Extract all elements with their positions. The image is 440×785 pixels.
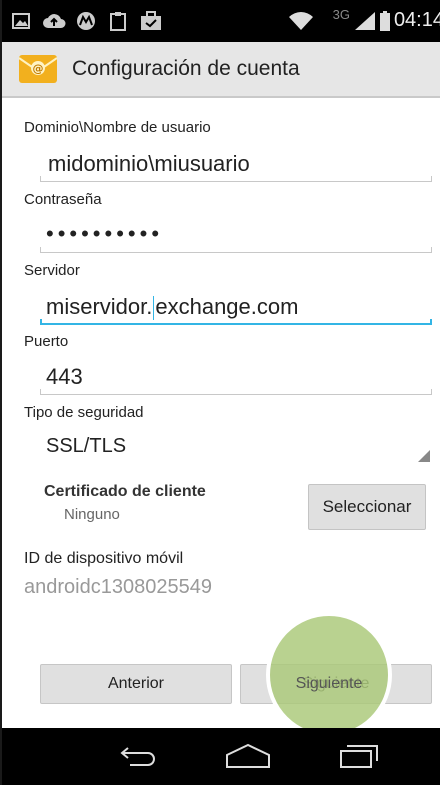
server-input[interactable]: miservidor. exchange.com xyxy=(46,294,299,321)
previous-button[interactable]: Anterior xyxy=(40,664,232,704)
server-label: Servidor xyxy=(24,262,80,279)
status-bar: 3G 04:14 xyxy=(2,0,440,42)
security-type-label: Tipo de seguridad xyxy=(24,404,144,421)
port-input[interactable]: 443 xyxy=(46,364,83,390)
password-input[interactable]: •••••••••• xyxy=(46,221,163,247)
select-cert-button[interactable]: Seleccionar xyxy=(308,484,426,530)
account-settings-form: Dominio\Nombre de usuario midominio\mius… xyxy=(2,98,440,728)
password-underline xyxy=(40,247,432,253)
clipboard-icon xyxy=(110,10,126,32)
action-bar: @ Configuración de cuenta xyxy=(2,42,440,98)
network-type: 3G xyxy=(332,7,350,22)
domain-user-label: Dominio\Nombre de usuario xyxy=(24,119,211,136)
domain-user-input[interactable]: midominio\miusuario xyxy=(48,151,250,177)
client-cert-value: Ninguno xyxy=(64,506,120,523)
client-cert-label: Certificado de cliente xyxy=(44,483,206,500)
server-underline xyxy=(40,319,432,325)
port-label: Puerto xyxy=(24,333,69,350)
svg-text:@: @ xyxy=(33,62,44,75)
next-button[interactable]: Siguiente xyxy=(240,664,432,704)
device-id-value: androidc1308025549 xyxy=(24,576,212,598)
cloud-upload-icon xyxy=(42,10,66,32)
password-label: Contraseña xyxy=(24,191,102,208)
image-icon xyxy=(12,10,30,32)
battery-icon xyxy=(380,10,390,32)
device-frame: 3G 04:14 @ Configuración de cuenta Domin… xyxy=(0,0,440,785)
clock: 04:14 xyxy=(393,9,440,31)
server-value-before-cursor: miservidor. xyxy=(46,294,153,319)
home-icon[interactable] xyxy=(208,736,288,776)
signal-icon xyxy=(354,10,376,32)
briefcase-check-icon xyxy=(140,10,162,32)
recents-icon[interactable] xyxy=(320,736,400,776)
device-id-label: ID de dispositivo móvil xyxy=(24,550,184,567)
back-icon[interactable] xyxy=(98,736,178,776)
port-underline xyxy=(40,389,432,395)
navigation-bar xyxy=(2,728,440,785)
motorola-icon xyxy=(76,10,96,32)
dropdown-arrow-icon xyxy=(418,450,430,462)
security-type-select[interactable]: SSL/TLS xyxy=(46,435,126,458)
domain-user-underline xyxy=(40,176,432,182)
wifi-icon xyxy=(288,10,314,32)
mail-envelope-icon: @ xyxy=(18,52,58,86)
server-value-after-cursor: exchange.com xyxy=(155,294,299,319)
page-title: Configuración de cuenta xyxy=(72,57,300,80)
